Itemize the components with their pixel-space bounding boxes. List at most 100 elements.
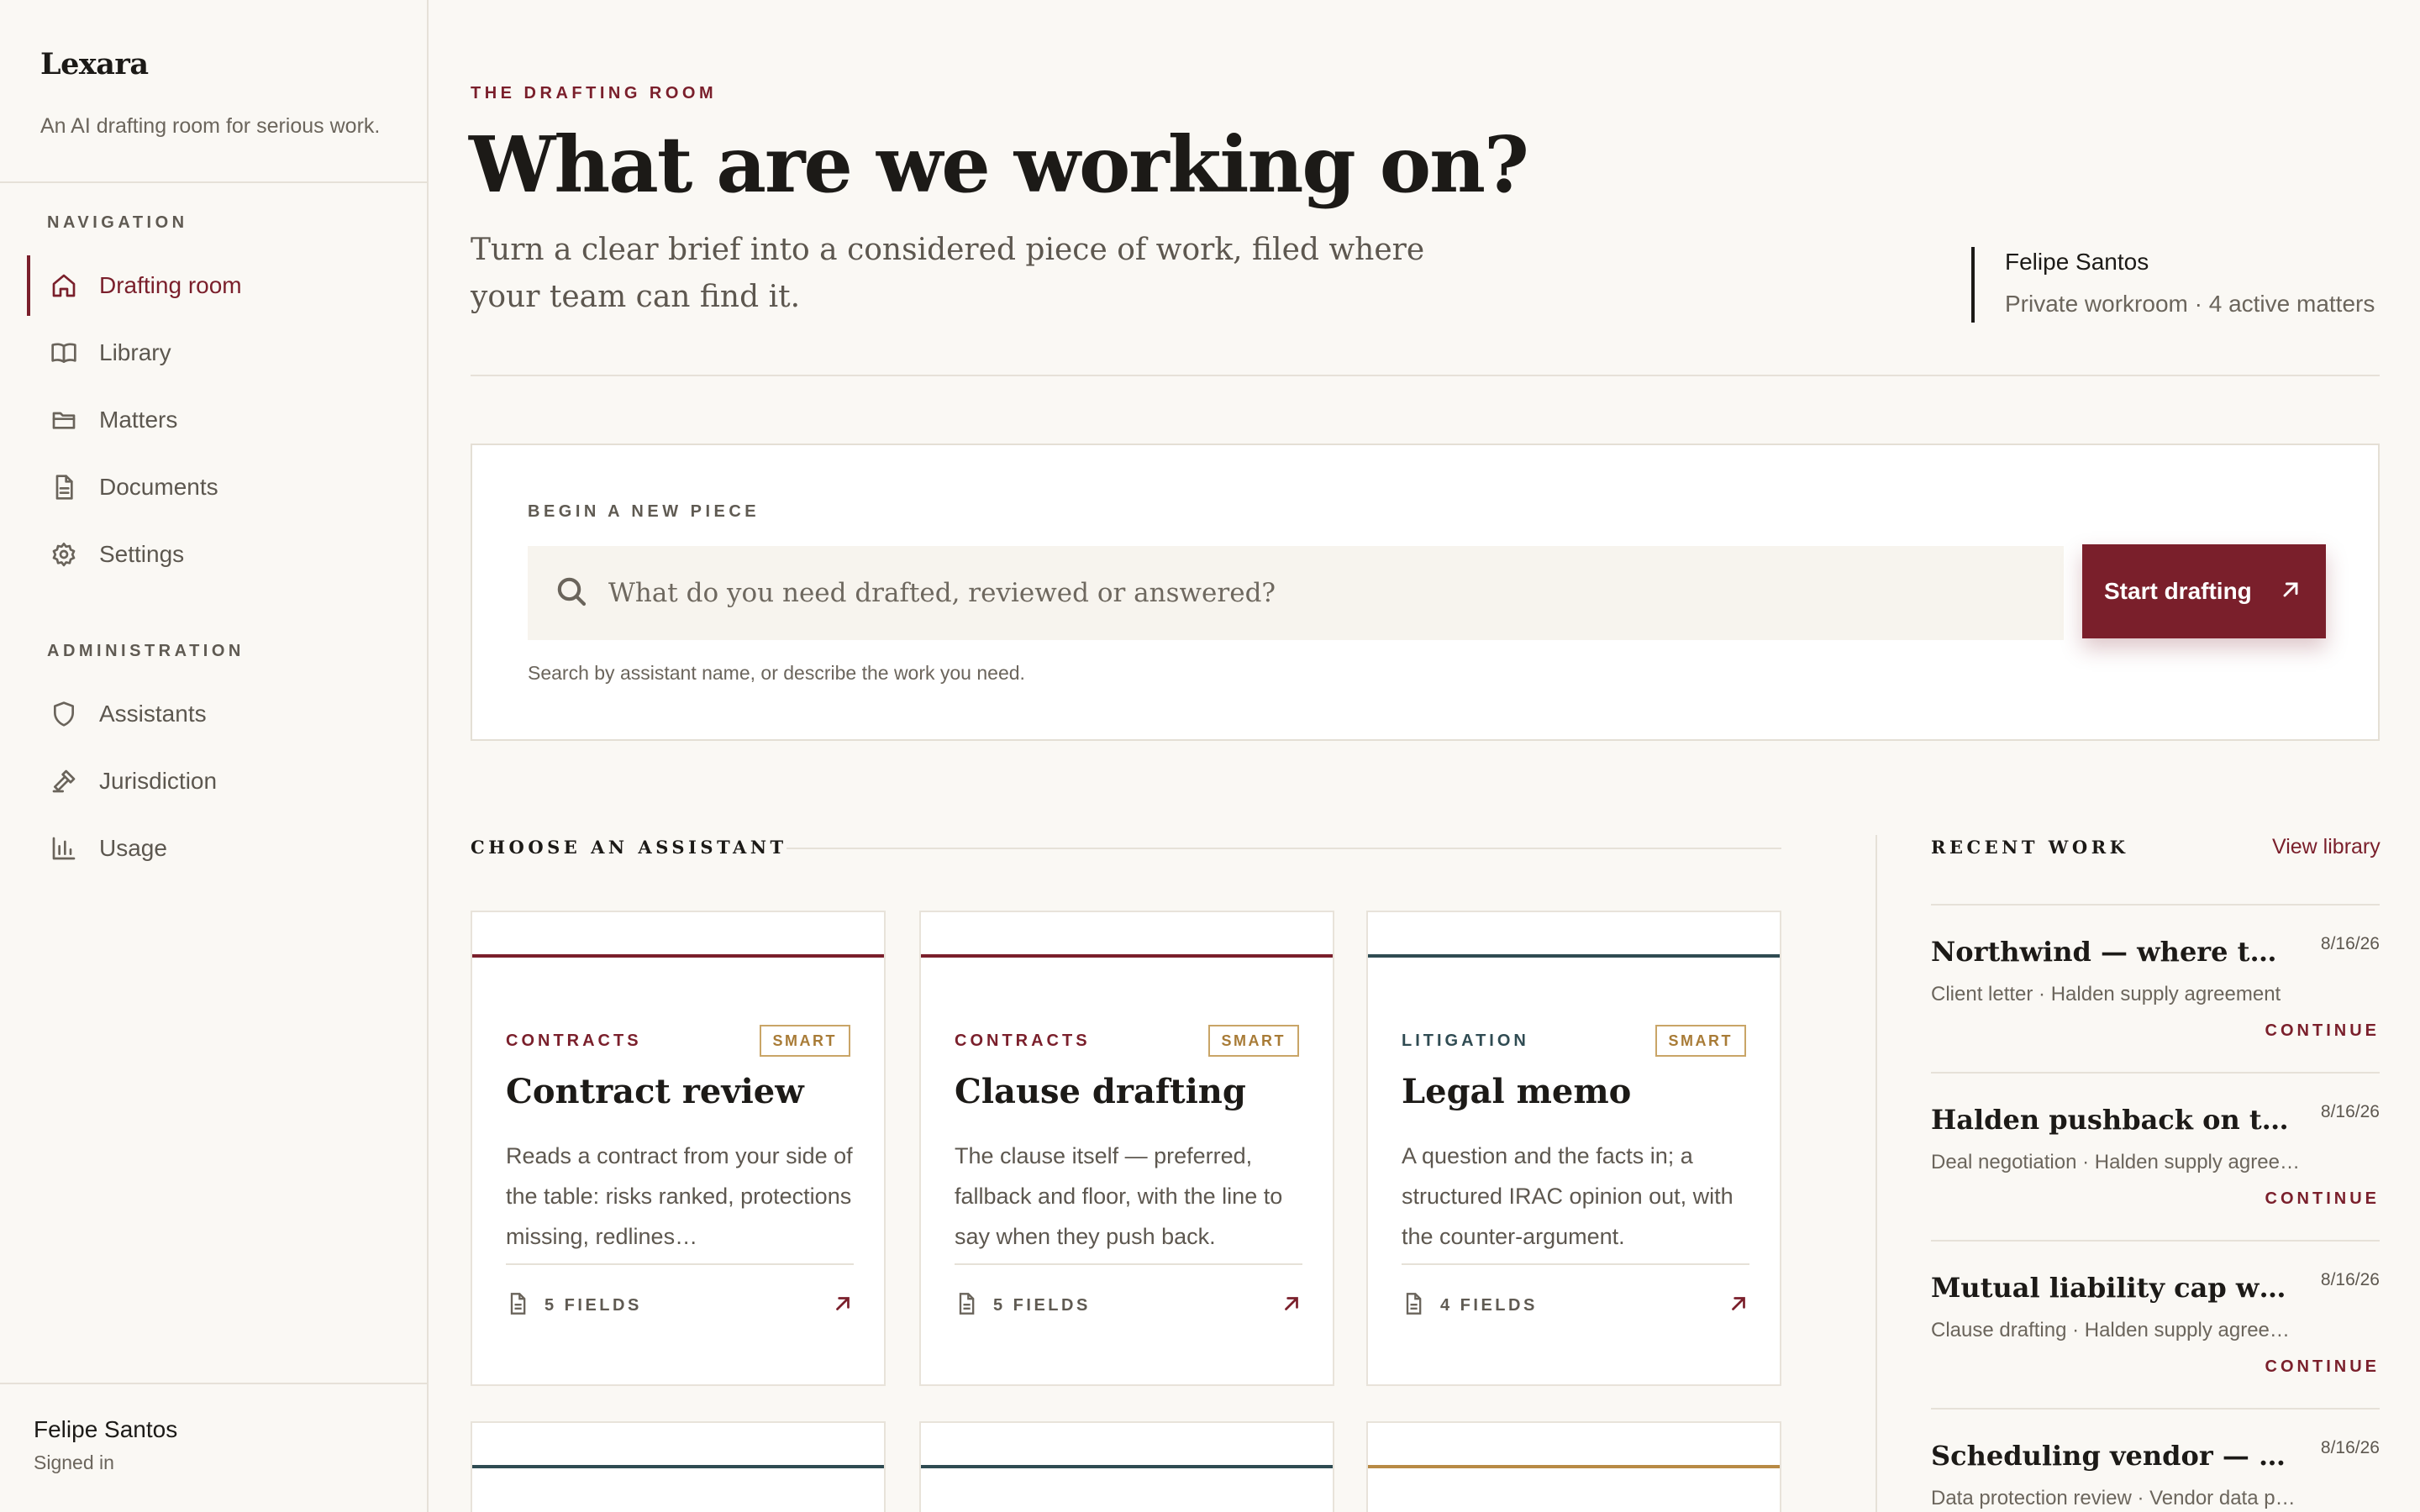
user-status: Signed in [34, 1452, 114, 1473]
profile-summary: Felipe Santos Private workroom · 4 activ… [1971, 247, 2375, 323]
card-accent [921, 1465, 1333, 1468]
sidebar-item-drafting-room[interactable]: Drafting room [27, 255, 402, 316]
arrow-up-right-icon[interactable] [1728, 1293, 1749, 1319]
card-divider [1402, 1263, 1749, 1265]
shield-icon [49, 699, 79, 729]
smart-badge: SMART [1655, 1025, 1746, 1057]
new-piece-composer: BEGIN A NEW PIECE Start drafting Search … [471, 444, 2380, 741]
recent-work-date: 8/16/26 [2320, 1102, 2380, 1121]
assistant-card-legal-memo[interactable]: LITIGATION SMART Legal memo A question a… [1366, 911, 1781, 1386]
recent-work-item[interactable]: Northwind — where the Halden matter stan… [1931, 904, 2380, 1072]
assistant-card-clause-drafting[interactable]: CONTRACTS SMART Clause drafting The clau… [919, 911, 1334, 1386]
assistant-card[interactable] [471, 1421, 886, 1512]
search-icon [555, 575, 588, 612]
assistant-card[interactable] [919, 1421, 1334, 1512]
field-count: 5 FIELDS [993, 1295, 1091, 1315]
brand-tagline: An AI drafting room for serious work. [40, 114, 381, 138]
bar-chart-icon [49, 833, 79, 864]
recent-work-meta: Deal negotiation · Halden supply agreeme… [1931, 1151, 2301, 1173]
card-category: CONTRACTS [955, 1032, 1091, 1050]
recent-work-title: Halden pushback on the vendor terms [1931, 1104, 2292, 1136]
card-category: LITIGATION [1402, 1032, 1529, 1050]
recent-work-item[interactable]: Scheduling vendor — processing terms 8/1… [1931, 1408, 2380, 1512]
gavel-icon [49, 766, 79, 796]
assistant-card-contract-review[interactable]: CONTRACTS SMART Contract review Reads a … [471, 911, 886, 1386]
user-account[interactable]: Felipe Santos Signed in [34, 1416, 177, 1474]
sidebar-item-settings[interactable]: Settings [27, 524, 402, 585]
start-drafting-button[interactable]: Start drafting [2082, 544, 2326, 638]
continue-button[interactable]: CONTINUE [2265, 1357, 2380, 1377]
sidebar-item-jurisdiction[interactable]: Jurisdiction [27, 751, 402, 811]
sidebar-item-label: Jurisdiction [99, 768, 218, 794]
composer-hint: Search by assistant name, or describe th… [528, 662, 1025, 684]
recent-work-heading: RECENT WORK [1931, 837, 2129, 858]
card-accent [921, 954, 1333, 958]
sidebar-item-assistants[interactable]: Assistants [27, 684, 402, 744]
admin-heading: ADMINISTRATION [47, 642, 245, 660]
card-divider [955, 1263, 1302, 1265]
sidebar-item-label: Library [99, 339, 171, 365]
arrow-up-right-icon[interactable] [1281, 1293, 1302, 1319]
card-category: CONTRACTS [506, 1032, 642, 1050]
assistant-card[interactable] [1366, 1421, 1781, 1512]
search-input[interactable] [608, 578, 2037, 608]
recent-work-divider [1876, 835, 1877, 1512]
page-title: What are we working on? [469, 119, 1529, 210]
card-footer: 5 FIELDS [506, 1289, 854, 1322]
document-icon [955, 1292, 978, 1320]
sidebar-item-label: Documents [99, 474, 218, 500]
arrow-up-right-icon [2279, 578, 2302, 607]
sidebar-item-usage[interactable]: Usage [27, 818, 402, 879]
recent-work-item[interactable]: Halden pushback on the vendor terms 8/16… [1931, 1072, 2380, 1240]
recent-work-meta: Clause drafting · Halden supply agreemen… [1931, 1319, 2301, 1341]
card-title: Legal memo [1402, 1072, 1632, 1111]
recent-work-meta: Data protection review · Vendor data pro… [1931, 1487, 2301, 1509]
card-title: Clause drafting [955, 1072, 1246, 1111]
sidebar-item-label: Settings [99, 541, 185, 567]
continue-button[interactable]: CONTINUE [2265, 1189, 2380, 1209]
card-description: A question and the facts in; a structure… [1402, 1143, 1733, 1249]
recent-work-meta: Client letter · Halden supply agreement [1931, 983, 2281, 1005]
sidebar: Lexara An AI drafting room for serious w… [0, 0, 429, 1512]
start-drafting-label: Start drafting [2104, 578, 2252, 604]
sidebar-item-label: Drafting room [99, 272, 242, 298]
arrow-up-right-icon[interactable] [832, 1293, 854, 1319]
card-accent [472, 1465, 884, 1468]
continue-button[interactable]: CONTINUE [2265, 1021, 2380, 1041]
card-accent [1368, 954, 1780, 958]
home-icon [49, 270, 79, 301]
book-icon [49, 338, 79, 368]
search-box[interactable] [528, 546, 2064, 640]
card-title: Contract review [506, 1072, 804, 1111]
card-accent [472, 954, 884, 958]
card-divider [506, 1263, 854, 1265]
card-description: Reads a contract from your side of the t… [506, 1143, 853, 1249]
sidebar-item-label: Matters [99, 407, 178, 433]
recent-work-date: 8/16/26 [2320, 1438, 2380, 1457]
sidebar-item-label: Usage [99, 835, 167, 861]
sidebar-item-matters[interactable]: Matters [27, 390, 402, 450]
card-accent [1368, 1465, 1780, 1468]
field-count: 5 FIELDS [544, 1295, 642, 1315]
view-library-link[interactable]: View library [2272, 835, 2381, 859]
page-subtitle: Turn a clear brief into a considered pie… [471, 233, 1425, 314]
profile-meta: Private workroom · 4 active matters [2005, 291, 2375, 317]
sidebar-item-documents[interactable]: Documents [27, 457, 402, 517]
assistants-heading-rule [786, 848, 1781, 849]
document-icon [506, 1292, 529, 1320]
document-icon [1402, 1292, 1425, 1320]
gear-icon [49, 539, 79, 570]
sidebar-divider [0, 181, 429, 183]
recent-work-date: 8/16/26 [2320, 934, 2380, 953]
document-icon [49, 472, 79, 502]
assistants-heading: CHOOSE AN ASSISTANT [471, 837, 787, 858]
recent-work-item[interactable]: Mutual liability cap with a carve-out 8/… [1931, 1240, 2380, 1408]
sidebar-item-label: Assistants [99, 701, 207, 727]
profile-name: Felipe Santos [2005, 249, 2149, 275]
sidebar-item-library[interactable]: Library [27, 323, 402, 383]
smart-badge: SMART [759, 1025, 850, 1057]
brand-logo[interactable]: Lexara [40, 47, 149, 81]
card-description: The clause itself — preferred, fallback … [955, 1143, 1283, 1249]
user-name: Felipe Santos [34, 1416, 178, 1442]
page-eyebrow: THE DRAFTING ROOM [471, 84, 718, 102]
